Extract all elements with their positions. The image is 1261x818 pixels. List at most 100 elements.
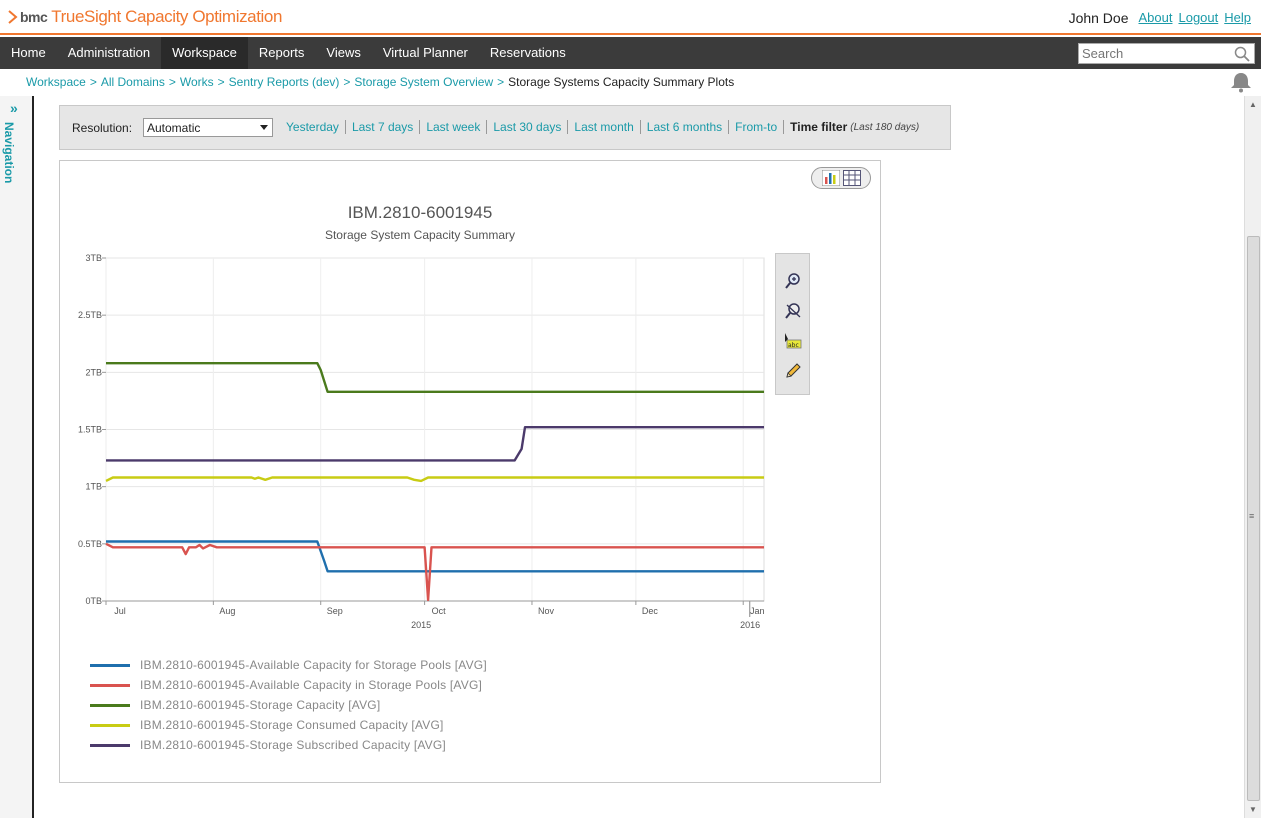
range-yesterday[interactable]: Yesterday [280,120,345,134]
range-last-month[interactable]: Last month [567,120,639,134]
y-tick-label: 3TB [85,253,102,263]
range-last-week[interactable]: Last week [419,120,486,134]
bell-icon[interactable] [1229,71,1253,93]
edit-pencil-icon[interactable] [784,362,802,380]
scroll-grip-icon: ≡ [1249,511,1255,521]
y-axis-ticks: 0TB 0.5TB 1TB 1.5TB 2TB 2.5TB 3TB [78,253,106,606]
user-name: John Doe [1068,10,1129,26]
nav-item-virtual-planner[interactable]: Virtual Planner [372,37,479,69]
resolution-select[interactable]: Automatic [143,118,273,137]
legend-swatch [90,703,130,707]
bmc-logo-icon [8,10,18,24]
breadcrumb-separator: > [89,75,97,89]
range-last-7-days[interactable]: Last 7 days [344,120,419,134]
vertical-scrollbar[interactable]: ▲ ≡ ▼ [1244,96,1261,818]
bmc-logo[interactable]: bmc TrueSight Capacity Optimization [8,7,282,27]
product-name: TrueSight Capacity Optimization [51,7,283,26]
nav-item-views[interactable]: Views [315,37,371,69]
nav-item-reports[interactable]: Reports [248,37,316,69]
breadcrumb-separator: > [168,75,176,89]
range-last-6-months[interactable]: Last 6 months [639,120,728,134]
x-tick-label: Dec [642,606,659,616]
y-tick-label: 2TB [85,367,102,377]
time-filter-note: (Last 180 days) [850,121,920,133]
breadcrumb-separator: > [217,75,225,89]
x-tick-label: Sep [327,606,343,616]
legend-item[interactable]: IBM.2810-6001945-Available Capacity in S… [90,675,487,695]
about-link[interactable]: About [1139,10,1173,26]
search-icon[interactable] [1234,46,1250,62]
breadcrumb-storage-system-overview[interactable]: Storage System Overview [354,75,493,89]
help-link[interactable]: Help [1224,10,1251,26]
line-chart: 0TB 0.5TB 1TB 1.5TB 2TB 2.5TB 3TB Jul Aug Sep Oct… [78,253,765,630]
range-last-30-days[interactable]: Last 30 days [486,120,567,134]
x-year-label: 2016 [740,620,760,630]
search-box [1078,43,1255,64]
brand-name: bmc [20,9,48,25]
breadcrumb-workspace[interactable]: Workspace [26,75,86,89]
series-line [105,476,764,483]
breadcrumb-all-domains[interactable]: All Domains [101,75,165,89]
chart-panel: IBM.2810-6001945 Storage System Capacity… [59,160,881,783]
chart-view-icon[interactable] [821,170,840,186]
annotate-icon[interactable]: abc [784,332,802,350]
time-range-links: Yesterday Last 7 days Last week Last 30 … [280,120,919,134]
x-tick-label: Aug [219,606,235,616]
legend-label: IBM.2810-6001945-Available Capacity for … [140,658,487,672]
breadcrumb-sentry-reports[interactable]: Sentry Reports (dev) [229,75,340,89]
nav-item-administration[interactable]: Administration [57,37,161,69]
legend-label: IBM.2810-6001945-Storage Capacity [AVG] [140,698,381,712]
scroll-down-icon[interactable]: ▼ [1249,805,1257,814]
legend-label: IBM.2810-6001945-Available Capacity in S… [140,678,483,692]
logout-link[interactable]: Logout [1178,10,1218,26]
table-view-icon[interactable] [842,170,861,186]
zoom-in-icon[interactable] [784,272,802,290]
legend-item[interactable]: IBM.2810-6001945-Storage Consumed Capaci… [90,715,487,735]
series-line [106,540,764,573]
expand-icon: » [10,100,18,116]
legend-swatch [90,743,130,747]
breadcrumb-separator: > [497,75,505,89]
x-tick-label: Oct [432,606,447,616]
navigation-label: Navigation [2,122,16,184]
nav-item-home[interactable]: Home [0,37,57,69]
legend-swatch [90,683,130,687]
main-nav: Home Administration Workspace Reports Vi… [0,37,1261,69]
user-box: John Doe About Logout Help [1069,10,1251,26]
view-toggle [811,167,871,189]
breadcrumb-works[interactable]: Works [180,75,214,89]
resolution-value: Automatic [147,121,201,135]
y-tick-label: 2.5TB [78,310,102,320]
y-tick-label: 0TB [85,596,102,606]
y-tick-label: 1TB [85,482,102,492]
chart-legend: IBM.2810-6001945-Available Capacity for … [90,655,487,755]
y-tick-label: 1.5TB [78,425,102,435]
chevron-down-icon [260,125,268,130]
navigation-panel-toggle[interactable]: » Navigation [0,96,34,818]
legend-swatch [90,723,130,727]
svg-text:abc: abc [788,342,799,349]
legend-item[interactable]: IBM.2810-6001945-Storage Capacity [AVG] [90,695,487,715]
chart-toolbox: abc [775,253,810,395]
breadcrumb: Workspace > All Domains > Works > Sentry Re… [26,75,734,89]
scroll-up-icon[interactable]: ▲ [1249,100,1257,109]
x-year-label: 2015 [411,620,431,630]
top-header: bmc TrueSight Capacity Optimization John… [0,0,1261,35]
series-line [106,361,764,394]
legend-swatch [90,663,130,667]
series-line [106,425,764,462]
range-from-to[interactable]: From-to [728,120,783,134]
x-tick-label: Nov [538,606,555,616]
nav-item-workspace[interactable]: Workspace [161,37,248,69]
time-filter-bar: Resolution: Automatic Yesterday Last 7 d… [59,105,951,150]
time-filter-label: Time filter [783,120,847,134]
y-tick-label: 0.5TB [78,539,102,549]
nav-item-reservations[interactable]: Reservations [479,37,577,69]
legend-item[interactable]: IBM.2810-6001945-Storage Subscribed Capa… [90,735,487,755]
legend-item[interactable]: IBM.2810-6001945-Available Capacity for … [90,655,487,675]
legend-label: IBM.2810-6001945-Storage Consumed Capaci… [140,718,444,732]
zoom-reset-icon[interactable] [784,302,802,320]
search-input[interactable] [1079,44,1229,63]
legend-label: IBM.2810-6001945-Storage Subscribed Capa… [140,738,446,752]
x-tick-label: Jan [750,606,765,616]
